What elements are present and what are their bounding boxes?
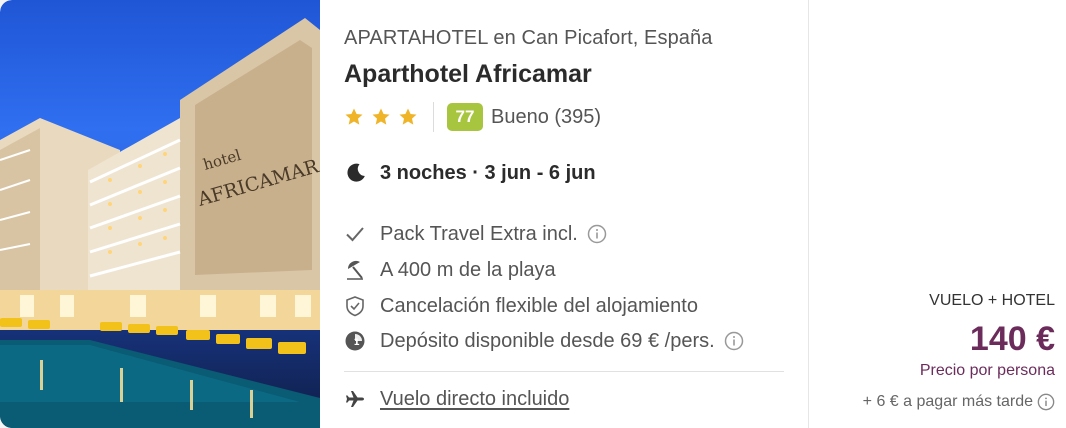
shield-check-icon xyxy=(346,296,364,317)
direct-flight-link[interactable]: Vuelo directo incluido xyxy=(380,388,569,411)
deposit-icon: 1 xyxy=(345,331,365,351)
hotel-name[interactable]: Aparthotel Africamar xyxy=(344,60,592,89)
feature-label: Cancelación flexible del alojamiento xyxy=(380,294,698,317)
pay-later-text: + 6 € a pagar más tarde xyxy=(862,393,1033,410)
moon-icon xyxy=(347,163,365,182)
rating-row: 77 Bueno (395) xyxy=(344,102,601,132)
package-type-label: VUELO + HOTEL xyxy=(929,292,1055,309)
stay-text: 3 noches · 3 jun - 6 jun xyxy=(380,161,596,184)
price-amount[interactable]: 140 € xyxy=(970,320,1055,359)
rating-divider xyxy=(433,102,434,132)
flight-info: Vuelo directo incluido xyxy=(344,385,569,413)
star-icon xyxy=(345,108,363,125)
star-icon xyxy=(372,108,390,125)
hotel-photo[interactable]: hotel AFRICAMAR xyxy=(0,0,320,428)
hotel-building-illustration: hotel AFRICAMAR xyxy=(0,18,320,428)
star-icon xyxy=(399,108,417,125)
info-icon[interactable] xyxy=(587,224,607,244)
info-icon[interactable] xyxy=(1037,393,1055,411)
svg-text:1: 1 xyxy=(354,338,360,348)
price-per-person-label: Precio por persona xyxy=(919,362,1055,379)
hotel-info: APARTAHOTEL en Can Picafort, España Apar… xyxy=(344,0,784,428)
hotel-type-location: APARTAHOTEL en Can Picafort, España xyxy=(344,27,713,49)
feature-label: Depósito disponible desde 69 € /pers. xyxy=(380,329,715,352)
stay-dates: 3 noches · 3 jun - 6 jun xyxy=(344,158,596,188)
feature-label: Pack Travel Extra incl. xyxy=(380,222,578,245)
feature-pack-travel: Pack Travel Extra incl. xyxy=(344,220,607,248)
feature-label: A 400 m de la playa xyxy=(380,258,556,281)
beach-umbrella-icon xyxy=(347,260,363,280)
feature-deposit: 1 Depósito disponible desde 69 € /pers. xyxy=(344,327,744,355)
score-badge: 77 xyxy=(447,103,483,131)
plane-icon xyxy=(346,391,364,407)
price-panel: VUELO + HOTEL 140 € Precio por persona +… xyxy=(808,0,1066,428)
hotel-result-card[interactable]: hotel AFRICAMAR APARTAHOTEL en Can Picaf… xyxy=(0,0,1066,428)
check-icon xyxy=(346,227,364,242)
feature-cancellation: Cancelación flexible del alojamiento xyxy=(344,292,698,320)
review-summary[interactable]: Bueno (395) xyxy=(491,106,601,129)
pay-later-note: + 6 € a pagar más tarde xyxy=(863,393,1055,411)
feature-beach-distance: A 400 m de la playa xyxy=(344,256,556,284)
section-divider xyxy=(344,371,784,372)
info-icon[interactable] xyxy=(724,331,744,351)
